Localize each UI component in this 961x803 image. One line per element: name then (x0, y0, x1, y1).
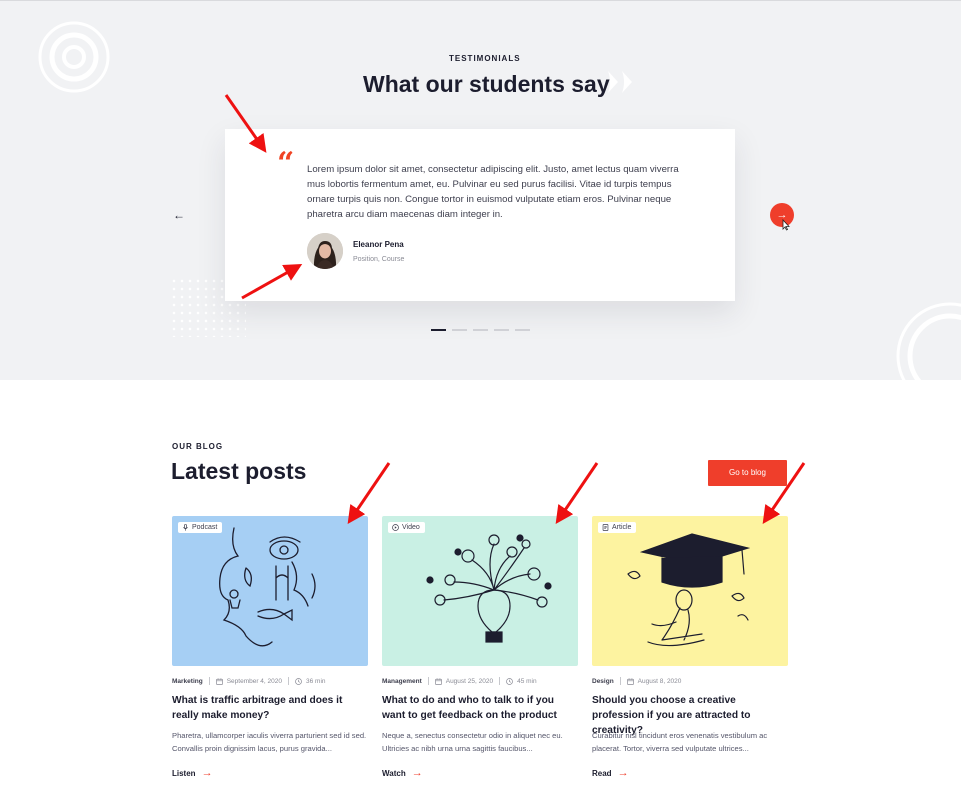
meta-divider (499, 677, 501, 685)
pager-dot-4[interactable] (494, 329, 509, 331)
pager-dot-2[interactable] (452, 329, 467, 331)
post-meta: Management August 25, 2020 45 min (382, 675, 578, 687)
arc-circles-decoration (896, 302, 961, 380)
post-category[interactable]: Management (382, 678, 422, 685)
post-date: September 4, 2020 (226, 677, 282, 685)
mouse-pointer-icon (782, 219, 790, 231)
post-category[interactable]: Marketing (172, 678, 203, 685)
testimonials-section: TESTIMONIALS What our students say ← “ L… (0, 0, 961, 380)
post-image[interactable]: Video (382, 516, 578, 666)
post-card-article[interactable]: Article Design August 8, 2020 Should you… (592, 516, 788, 779)
prev-testimonial-button[interactable]: ← (170, 206, 188, 224)
post-link-label: Listen (172, 768, 196, 778)
post-duration: 45 min (517, 677, 537, 685)
post-excerpt: Pharetra, ullamcorper iaculis viverra pa… (172, 731, 367, 753)
post-meta: Design August 8, 2020 (592, 675, 788, 687)
post-card-video[interactable]: Video Management August 25, 2020 45 min … (382, 516, 578, 779)
watch-link[interactable]: Watch → (382, 767, 578, 779)
post-excerpt: Neque a, senectus consectetur odio in al… (382, 731, 563, 753)
post-link-label: Read (592, 768, 612, 778)
meta-divider (288, 677, 289, 685)
quote-icon: “ (277, 146, 295, 181)
post-duration: 36 min (306, 677, 326, 685)
post-image[interactable]: Article (592, 516, 788, 666)
author-name: Eleanor Pena (353, 240, 404, 249)
pager-dot-5[interactable] (515, 329, 530, 331)
face-line-illustration (219, 527, 316, 647)
pager-dot-3[interactable] (473, 329, 488, 331)
testimonials-eyebrow: TESTIMONIALS (449, 54, 521, 63)
testimonial-card: “ Lorem ipsum dolor sit amet, consectetu… (225, 129, 735, 301)
meta-divider (619, 677, 621, 685)
pager-dot-1[interactable] (431, 329, 446, 331)
author-role: Position, Course (353, 256, 405, 263)
listen-link[interactable]: Listen → (172, 767, 368, 779)
post-title[interactable]: What is traffic arbitrage and does it re… (172, 693, 368, 723)
calendar-icon (434, 677, 442, 685)
read-link[interactable]: Read → (592, 767, 788, 779)
blog-title: Latest posts (171, 458, 307, 484)
blog-eyebrow: OUR BLOG (172, 442, 224, 451)
arrow-right-icon: → (411, 767, 423, 779)
post-meta: Marketing September 4, 2020 36 min (172, 675, 368, 687)
arrow-right-icon: → (201, 767, 213, 779)
post-category[interactable]: Design (592, 678, 614, 685)
meta-divider (208, 677, 210, 685)
testimonials-title: What our students say (363, 71, 610, 97)
post-card-podcast[interactable]: Podcast Marketing September 4, 2020 36 m… (172, 516, 368, 779)
post-image[interactable]: Podcast (172, 516, 368, 666)
clock-icon (295, 677, 302, 685)
calendar-icon (626, 677, 634, 685)
annotation-arrow-post-2 (555, 462, 599, 524)
post-title[interactable]: Should you choose a creative profession … (592, 693, 788, 736)
post-title[interactable]: What to do and who to talk to if you wan… (382, 693, 578, 723)
post-excerpt: Curabitur nisl tincidunt eros venenatis … (592, 731, 768, 753)
clock-icon (506, 677, 513, 685)
arrow-right-icon: → (617, 767, 629, 779)
quote-shape-decoration (608, 71, 632, 93)
meta-divider (427, 677, 429, 685)
light-bulbs-illustration (426, 534, 552, 643)
calendar-icon (215, 677, 223, 685)
concentric-circles-decoration (38, 21, 110, 93)
testimonial-text: Lorem ipsum dolor sit amet, consectetur … (307, 164, 679, 220)
post-date: August 8, 2020 (637, 677, 682, 685)
annotation-arrow-post-1 (347, 462, 391, 524)
testimonial-pager (431, 329, 530, 331)
go-to-blog-button[interactable]: Go to blog (708, 460, 787, 486)
avatar (307, 233, 343, 269)
post-link-label: Watch (382, 768, 406, 778)
post-date: August 25, 2020 (445, 677, 494, 685)
graduation-cap-illustration (627, 533, 751, 647)
